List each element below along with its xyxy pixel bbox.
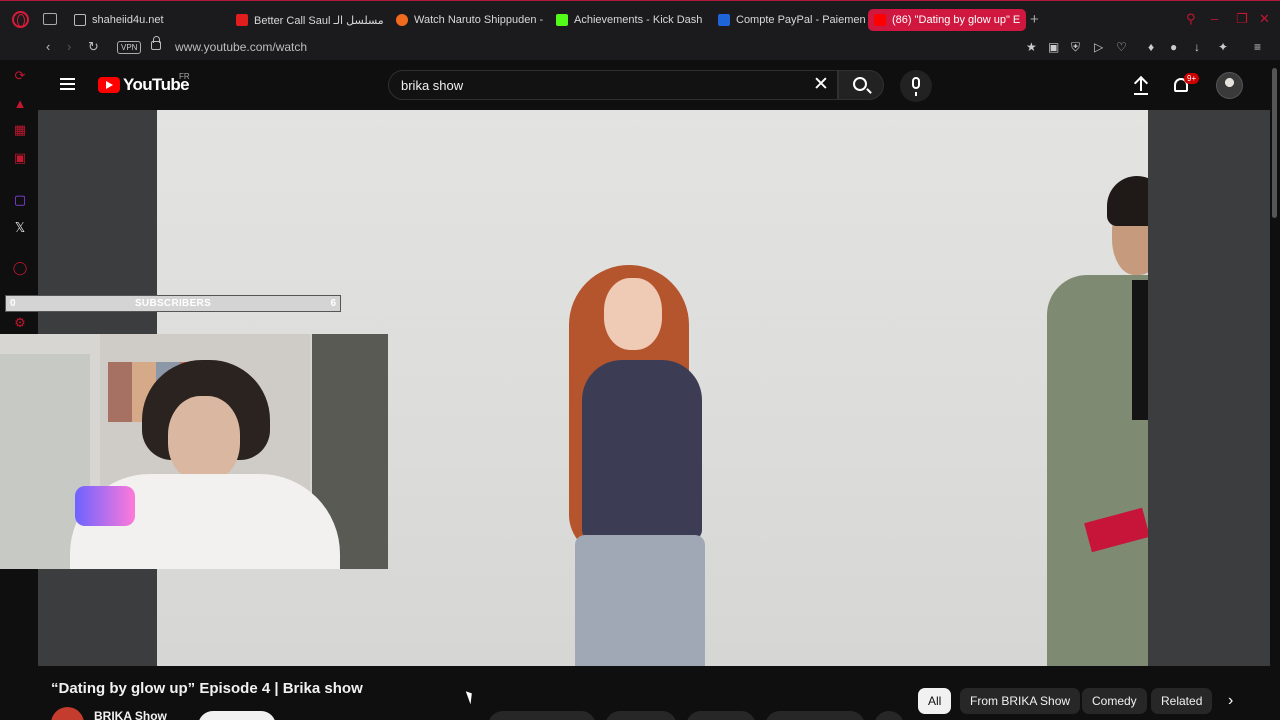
youtube-logo-icon[interactable] bbox=[98, 77, 120, 93]
chip-from-channel[interactable]: From BRIKA Show bbox=[960, 688, 1081, 714]
notifications-badge: 9+ bbox=[1184, 73, 1200, 84]
channel-name[interactable]: BRIKA Show bbox=[94, 709, 167, 720]
subscriber-goal-bar: 0 SUBSCRIBERS 6 bbox=[5, 295, 341, 312]
upload-icon[interactable] bbox=[1134, 77, 1148, 93]
reload-icon[interactable]: ↻ bbox=[88, 39, 99, 55]
tab-title: Watch Naruto Shippuden - bbox=[414, 14, 544, 26]
kick-icon bbox=[556, 14, 568, 26]
paypal-icon bbox=[718, 14, 730, 26]
webcam-microphone bbox=[75, 486, 135, 526]
pin-icon[interactable]: ★ bbox=[1026, 40, 1037, 54]
microphone-icon bbox=[912, 77, 920, 96]
more-actions-button[interactable] bbox=[874, 711, 904, 720]
browser-tab-strip: shaheiid4u.net Better Call Saul مسلسل ال… bbox=[0, 0, 1280, 36]
tab-title: Better Call Saul مسلسل الـ bbox=[254, 14, 384, 27]
search-icon bbox=[853, 77, 867, 91]
share-button[interactable] bbox=[605, 711, 677, 720]
forward-icon[interactable]: › bbox=[67, 39, 71, 54]
upload-icon-base bbox=[1134, 93, 1148, 95]
scrollbar-thumb[interactable] bbox=[1272, 68, 1277, 218]
clip-button[interactable] bbox=[686, 711, 756, 720]
search-query[interactable]: brika show bbox=[401, 78, 463, 93]
subscribe-button[interactable] bbox=[198, 711, 276, 720]
opera-logo-icon[interactable] bbox=[12, 11, 29, 28]
chip-related[interactable]: Related bbox=[1151, 688, 1213, 714]
settings-icon[interactable]: ⚙ bbox=[12, 315, 28, 331]
workspace-icon[interactable]: ▲ bbox=[12, 96, 28, 112]
search-input[interactable]: brika show bbox=[388, 70, 838, 100]
tab-paypal[interactable]: Compte PayPal - Paiemen bbox=[712, 9, 867, 31]
twitch-icon[interactable]: ▢ bbox=[12, 192, 28, 208]
tab-kick[interactable]: Achievements - Kick Dash bbox=[550, 9, 710, 31]
heart-icon[interactable]: ♡ bbox=[1116, 40, 1127, 54]
search-button[interactable] bbox=[838, 70, 884, 100]
guide-menu-icon[interactable] bbox=[60, 78, 75, 90]
streamer-webcam bbox=[0, 334, 388, 569]
tab-overview-icon[interactable] bbox=[43, 13, 57, 25]
voice-search-button[interactable] bbox=[900, 70, 932, 102]
channel-avatar[interactable] bbox=[51, 707, 84, 720]
tab-title: Achievements - Kick Dash bbox=[574, 14, 703, 26]
aria-icon[interactable]: ⟳ bbox=[12, 68, 28, 84]
profile-avatar-icon[interactable]: ● bbox=[1170, 40, 1177, 54]
tab-shaheiid[interactable]: shaheiid4u.net bbox=[68, 9, 228, 31]
page-scrollbar[interactable] bbox=[1270, 60, 1280, 720]
restore-icon[interactable]: ❐ bbox=[1236, 11, 1248, 27]
messenger-icon[interactable]: ▣ bbox=[12, 150, 28, 166]
tab-naruto[interactable]: Watch Naruto Shippuden - bbox=[390, 9, 550, 31]
extensions-icon[interactable]: ♦ bbox=[1148, 40, 1154, 54]
crunchyroll-icon bbox=[396, 14, 408, 26]
youtube-favicon-icon bbox=[874, 14, 886, 26]
address-bar: ‹ › ↻ VPN www.youtube.com/watch ★ ▣ ⛨ ▷ … bbox=[0, 36, 1280, 60]
url-field[interactable]: www.youtube.com/watch bbox=[175, 40, 307, 54]
youtube-header: YouTube FR brika show ✕ 9+ bbox=[38, 60, 1270, 110]
x-twitter-icon[interactable]: 𝕏 bbox=[12, 220, 28, 236]
back-icon[interactable]: ‹ bbox=[46, 39, 50, 54]
shield-icon[interactable]: ⛨ bbox=[1071, 40, 1080, 55]
video-man-shirt bbox=[1132, 280, 1148, 420]
tab-title: shaheiid4u.net bbox=[92, 14, 164, 26]
chip-comedy[interactable]: Comedy bbox=[1082, 688, 1147, 714]
play-icon[interactable]: ▷ bbox=[1094, 40, 1103, 54]
tab-youtube-active[interactable]: (86) "Dating by glow up" E bbox=[868, 9, 1026, 31]
menu-icon[interactable]: ≡ bbox=[1254, 40, 1261, 54]
new-tab-icon[interactable]: + bbox=[1030, 11, 1039, 28]
download-icon[interactable]: ↓ bbox=[1194, 40, 1200, 54]
video-person-top bbox=[582, 360, 702, 540]
pinboard-icon[interactable]: ▦ bbox=[12, 122, 28, 138]
search-tabs-icon[interactable]: ⚲ bbox=[1186, 11, 1196, 27]
lock-icon[interactable] bbox=[151, 36, 161, 50]
tab-title: (86) "Dating by glow up" E bbox=[892, 14, 1021, 26]
clock-icon[interactable]: ◯ bbox=[12, 260, 28, 276]
vpn-badge[interactable]: VPN bbox=[117, 41, 142, 54]
clear-search-icon[interactable]: ✕ bbox=[813, 73, 829, 96]
close-window-icon[interactable]: ✕ bbox=[1259, 11, 1270, 27]
tab-better-call-saul[interactable]: Better Call Saul مسلسل الـ bbox=[230, 9, 390, 31]
download-button[interactable] bbox=[765, 711, 865, 720]
subscriber-goal-target: 6 bbox=[330, 298, 336, 309]
chip-all[interactable]: All bbox=[918, 688, 952, 714]
like-dislike-button[interactable] bbox=[488, 711, 596, 720]
video-man-hair bbox=[1107, 176, 1148, 226]
video-person-jeans bbox=[575, 535, 705, 666]
mouse-cursor-icon bbox=[465, 689, 476, 705]
video-person-face bbox=[604, 278, 662, 350]
snapshot-icon[interactable]: ▣ bbox=[1048, 40, 1059, 54]
site-favicon-icon bbox=[236, 14, 248, 26]
webcam-streamer-face bbox=[168, 396, 240, 482]
document-icon bbox=[74, 14, 86, 26]
video-title: “Dating by glow up” Episode 4 | Brika sh… bbox=[51, 680, 363, 697]
subscriber-goal-label: SUBSCRIBERS bbox=[134, 298, 212, 309]
ai-icon[interactable]: ✦ bbox=[1218, 40, 1228, 54]
country-code: FR bbox=[179, 72, 190, 81]
chevron-right-icon[interactable]: › bbox=[1228, 692, 1233, 710]
tab-title: Compte PayPal - Paiemen bbox=[736, 14, 866, 26]
minimize-icon[interactable]: – bbox=[1211, 11, 1218, 26]
account-avatar[interactable] bbox=[1216, 72, 1243, 99]
